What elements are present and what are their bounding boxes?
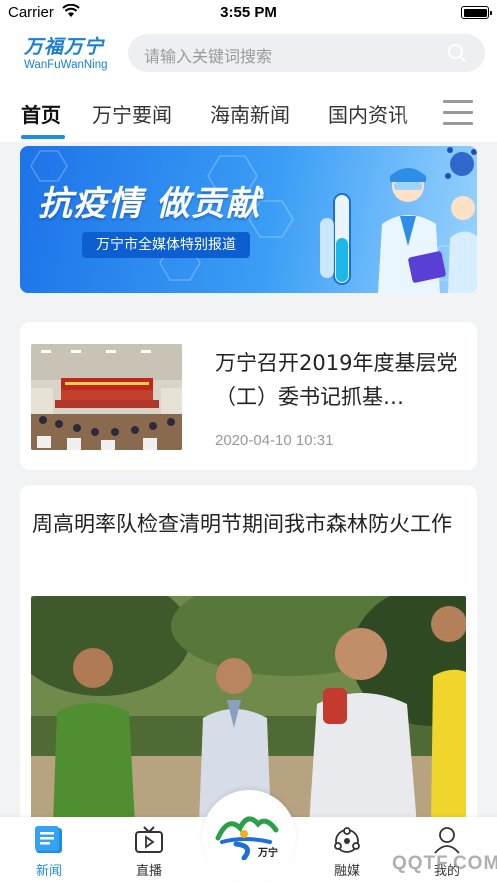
article-thumbnail[interactable]: [31, 344, 182, 450]
battery-icon: [461, 6, 492, 19]
status-time: 3:55 PM: [220, 4, 277, 21]
media-hub-icon: [334, 827, 360, 853]
search-icon[interactable]: [447, 43, 467, 63]
nav-item-live[interactable]: 直播: [109, 817, 189, 883]
tabs-fade-overlay: [398, 84, 432, 142]
nav-label-news: 新闻: [35, 864, 62, 879]
search-input[interactable]: 请输入关键词搜索: [128, 34, 485, 72]
logo-chinese-text: 万福万宁: [24, 36, 105, 58]
tab-wanning-news[interactable]: 万宁要闻: [92, 99, 172, 128]
banner-subtitle: 万宁市全媒体特别报道: [82, 232, 250, 258]
tab-home[interactable]: 首页: [21, 99, 61, 128]
profile-icon: [434, 827, 460, 854]
tab-hainan-news[interactable]: 海南新闻: [210, 99, 290, 128]
logo-english-text: WanFuWanNing: [24, 59, 108, 71]
live-tv-icon: [135, 826, 163, 853]
watermark: QQTF.COM: [392, 853, 497, 874]
news-icon: [35, 826, 62, 853]
feature-banner[interactable]: 抗疫情 做贡献 万宁市全媒体特别报道: [20, 146, 477, 293]
active-tab-indicator: [21, 135, 65, 139]
app-header: 万福万宁 WanFuWanNing 请输入关键词搜索: [0, 26, 497, 84]
article-timestamp: 2020-04-10 10:31: [215, 432, 334, 449]
status-bar: Carrier 3:55 PM: [0, 0, 497, 26]
article-title[interactable]: 周高明率队检查清明节期间我市森林防火工作: [32, 507, 465, 541]
article-card[interactable]: 万宁召开2019年度基层党（工）委书记抓基… 2020-04-10 10:31: [20, 322, 477, 470]
article-card[interactable]: 周高明率队检查清明节期间我市森林防火工作: [20, 485, 477, 825]
banner-title: 抗疫情 做贡献: [38, 184, 261, 224]
nav-item-news[interactable]: 新闻: [9, 817, 89, 883]
menu-icon[interactable]: [443, 100, 473, 126]
article-title[interactable]: 万宁召开2019年度基层党（工）委书记抓基…: [215, 346, 463, 414]
medical-workers-illustration: [320, 147, 477, 293]
category-tabs: 首页 万宁要闻 海南新闻 国内资讯: [0, 84, 497, 142]
nav-item-media[interactable]: 融媒: [307, 817, 387, 883]
tab-domestic-news[interactable]: 国内资讯: [328, 99, 408, 128]
nav-label-live: 直播: [135, 864, 162, 879]
search-placeholder: 请输入关键词搜索: [144, 47, 273, 66]
center-logo-button[interactable]: 万宁: [202, 790, 296, 883]
nav-label-media: 融媒: [333, 864, 360, 879]
center-logo-text: 万宁: [258, 848, 278, 859]
app-logo[interactable]: 万福万宁 WanFuWanNing: [22, 32, 120, 74]
